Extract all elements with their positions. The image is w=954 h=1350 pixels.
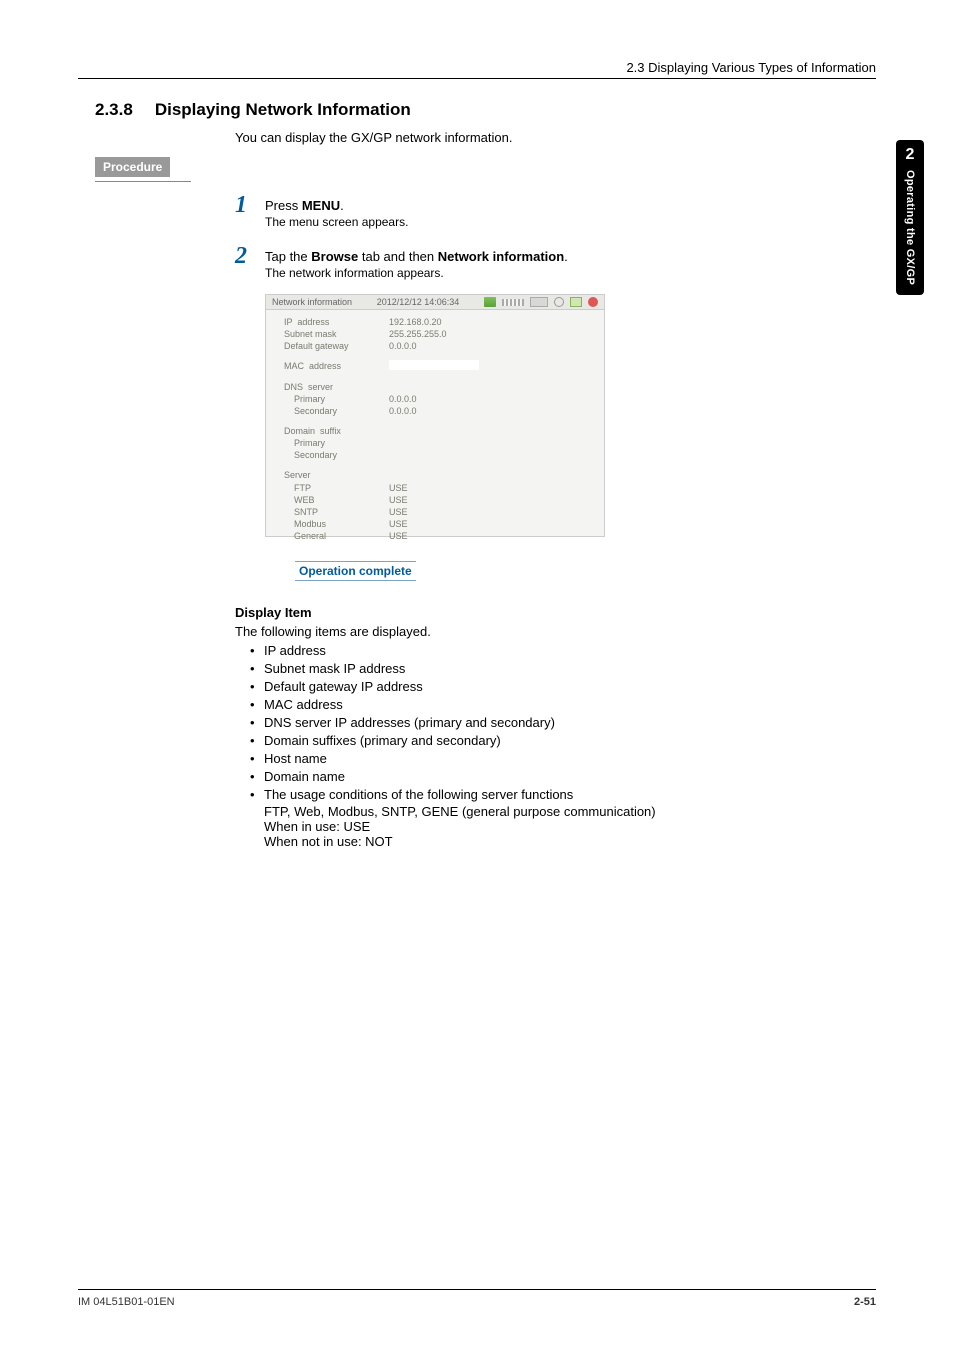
list-item: Domain name (250, 769, 815, 784)
ip-label: IP address (284, 316, 389, 328)
ftp-label: FTP (284, 482, 389, 494)
dns-secondary-label: Secondary (284, 405, 389, 417)
step-text: Press MENU. (265, 198, 344, 213)
chapter-number: 2 (906, 146, 915, 164)
footer-docid: IM 04L51B01-01EN (78, 1296, 175, 1308)
record-icon (588, 297, 598, 307)
ip-value: 192.168.0.20 (389, 316, 442, 328)
device-screen-title: Network information (272, 297, 352, 307)
keyboard-icon (530, 297, 548, 307)
chapter-title: Operating the GX/GP (904, 170, 916, 285)
dns-primary-value: 0.0.0.0 (389, 393, 417, 405)
list-item: IP address (250, 643, 815, 658)
procedure-rule (95, 181, 191, 182)
device-screenshot: Network information 2012/12/12 14:06:34 … (265, 294, 605, 537)
dns-secondary-value: 0.0.0.0 (389, 405, 417, 417)
device-titlebar: Network information 2012/12/12 14:06:34 (266, 295, 604, 310)
list-item: Default gateway IP address (250, 679, 815, 694)
header-divider (78, 78, 876, 79)
page-footer: IM 04L51B01-01EN 2-51 (78, 1289, 876, 1308)
section-intro: You can display the GX/GP network inform… (235, 130, 815, 145)
step-number: 1 (235, 192, 265, 219)
list-item: Host name (250, 751, 815, 766)
modbus-value: USE (389, 518, 408, 530)
dns-header: DNS server (284, 381, 389, 393)
step-text: Tap the Browse tab and then Network info… (265, 249, 568, 264)
batch-icon (570, 297, 582, 307)
step-number: 2 (235, 243, 265, 270)
list-item: Subnet mask IP address (250, 661, 815, 676)
device-datetime: 2012/12/12 14:06:34 (377, 297, 460, 307)
sntp-value: USE (389, 506, 408, 518)
chapter-tab: 2 Operating the GX/GP (896, 140, 924, 295)
procedure-label: Procedure (95, 157, 170, 177)
suffix-secondary-label: Secondary (284, 449, 389, 461)
sntp-label: SNTP (284, 506, 389, 518)
step-body: Press MENU. The menu screen appears. (265, 192, 408, 229)
server-header: Server (284, 469, 389, 481)
step-body: Tap the Browse tab and then Network info… (265, 243, 568, 280)
list-item-text: The usage conditions of the following se… (264, 787, 573, 802)
step-2: 2 Tap the Browse tab and then Network in… (235, 243, 815, 280)
section-number: 2.3.8 (95, 100, 133, 120)
list-item-subline: When in use: USE (264, 819, 815, 834)
step-subtext: The network information appears. (265, 266, 568, 280)
display-item-heading: Display Item (235, 605, 815, 620)
general-value: USE (389, 530, 408, 542)
modbus-label: Modbus (284, 518, 389, 530)
sd-card-icon (484, 297, 496, 307)
suffix-primary-label: Primary (284, 437, 389, 449)
web-label: WEB (284, 494, 389, 506)
section-heading: 2.3.8 Displaying Network Information (95, 100, 815, 120)
mac-label: MAC address (284, 360, 389, 372)
step-1: 1 Press MENU. The menu screen appears. (235, 192, 815, 229)
list-item: MAC address (250, 697, 815, 712)
display-item-list: IP address Subnet mask IP address Defaul… (250, 643, 815, 849)
list-item: DNS server IP addresses (primary and sec… (250, 715, 815, 730)
section-title: Displaying Network Information (155, 100, 411, 120)
breadcrumb: 2.3 Displaying Various Types of Informat… (626, 60, 876, 75)
step-subtext: The menu screen appears. (265, 215, 408, 229)
display-item-lead: The following items are displayed. (235, 624, 815, 639)
subnet-label: Subnet mask (284, 328, 389, 340)
list-item: Domain suffixes (primary and secondary) (250, 733, 815, 748)
web-value: USE (389, 494, 408, 506)
storage-bar-icon (502, 299, 524, 306)
dns-primary-label: Primary (284, 393, 389, 405)
gateway-value: 0.0.0.0 (389, 340, 417, 352)
general-label: General (284, 530, 389, 542)
footer-page-number: 2-51 (854, 1296, 876, 1308)
subnet-value: 255.255.255.0 (389, 328, 447, 340)
device-status-icons (484, 297, 598, 307)
list-item-subline: When not in use: NOT (264, 834, 815, 849)
mac-value-blank (389, 360, 479, 370)
gateway-label: Default gateway (284, 340, 389, 352)
suffix-header: Domain suffix (284, 425, 389, 437)
clock-icon (554, 297, 564, 307)
ftp-value: USE (389, 482, 408, 494)
list-item-subline: FTP, Web, Modbus, SNTP, GENE (general pu… (264, 804, 815, 819)
operation-complete-label: Operation complete (295, 561, 416, 581)
list-item: The usage conditions of the following se… (250, 787, 815, 849)
